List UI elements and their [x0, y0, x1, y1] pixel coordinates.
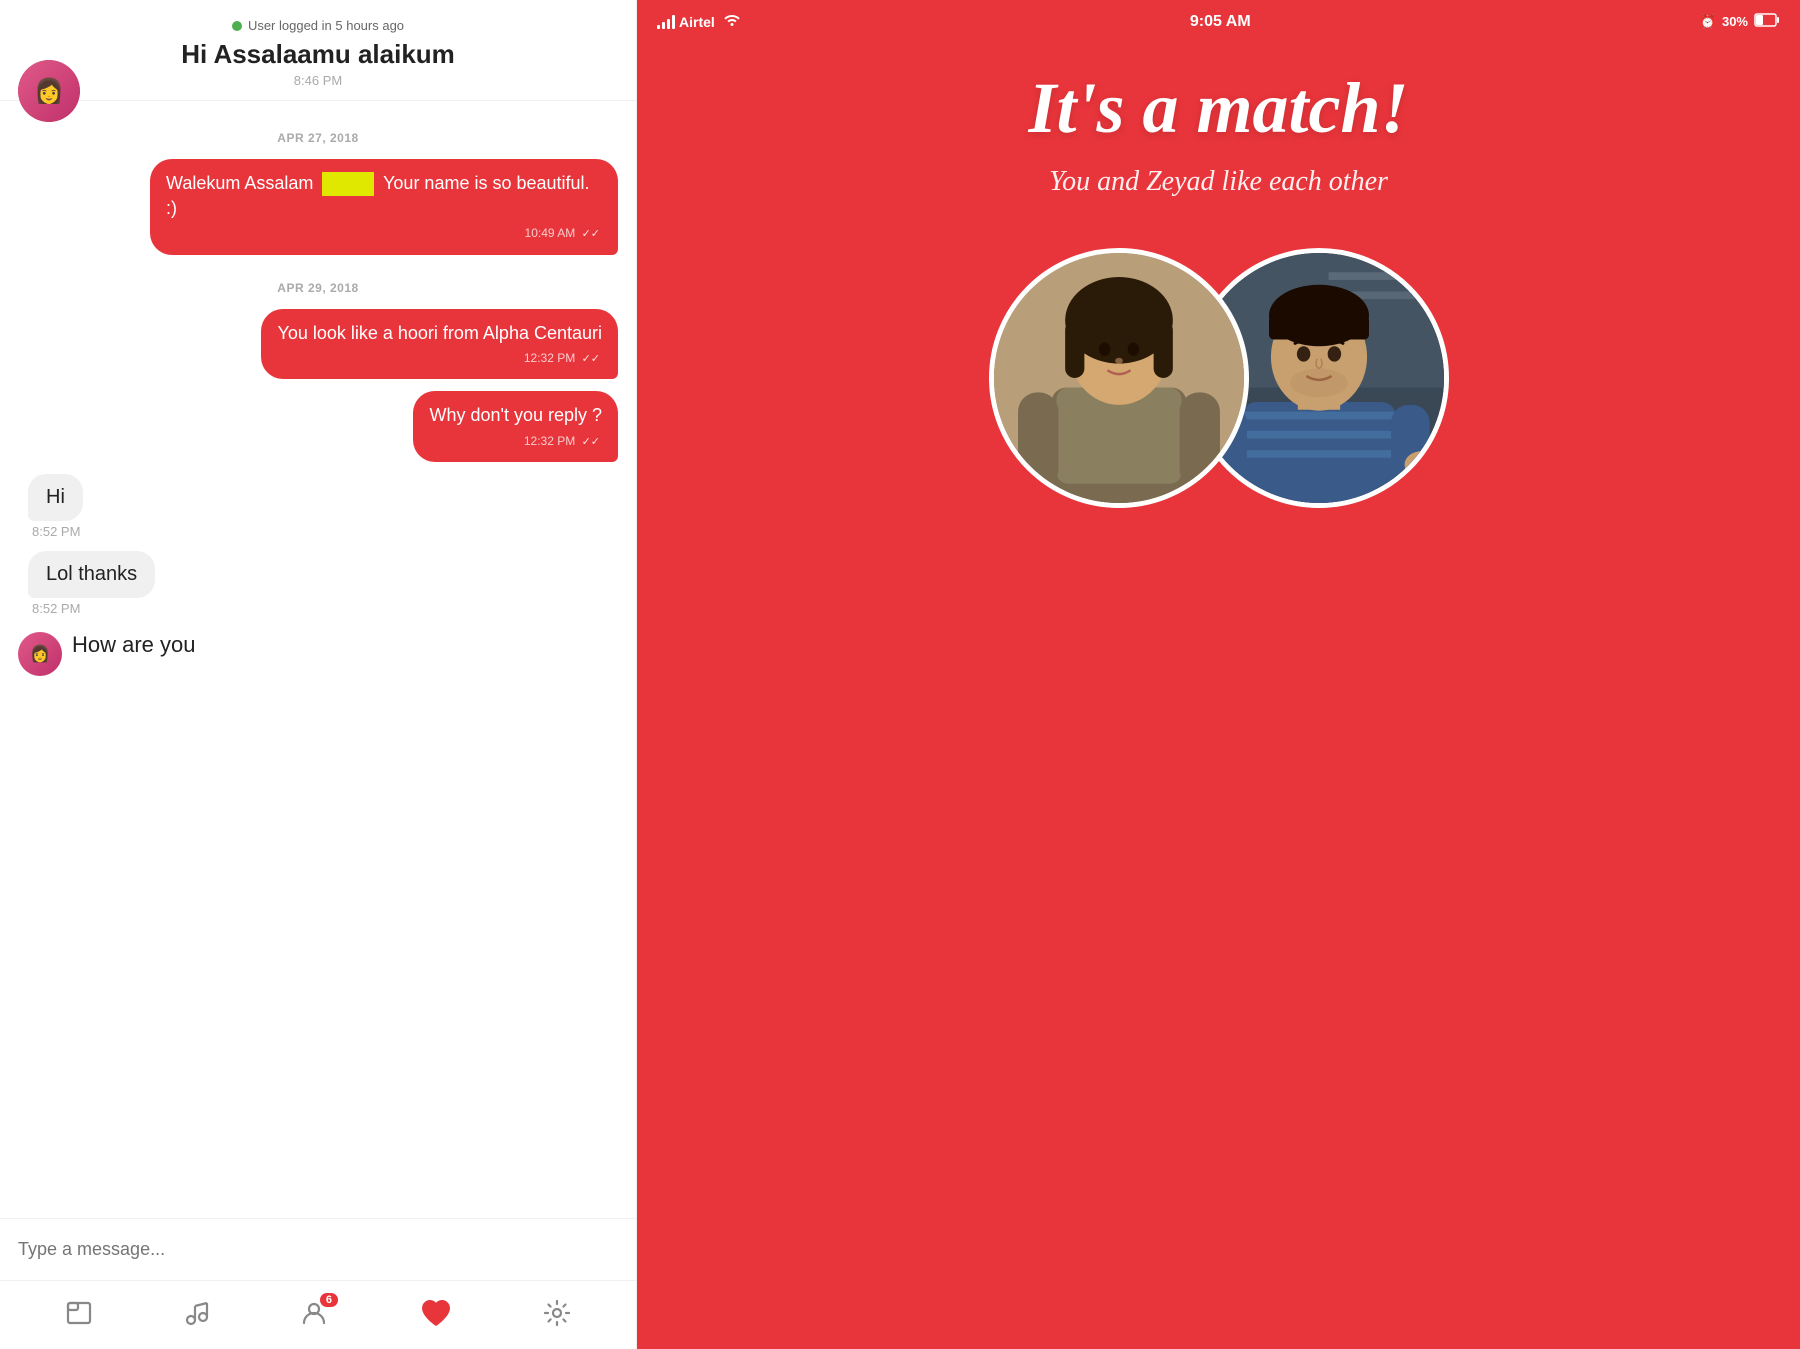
carrier-info: Airtel [657, 12, 741, 31]
signal-bar-4 [672, 15, 675, 29]
nav-music[interactable] [182, 1299, 210, 1327]
nav-files[interactable] [65, 1299, 93, 1327]
female-avatar-image [994, 253, 1244, 503]
carrier-name: Airtel [679, 14, 715, 30]
status-time: 9:05 AM [1190, 13, 1251, 31]
status-dot [232, 21, 242, 31]
match-avatar-left[interactable] [989, 248, 1249, 508]
chat-header: User logged in 5 hours ago Hi Assalaamu … [0, 0, 636, 101]
date-divider: APR 29, 2018 [18, 281, 618, 295]
message-meta: 8:52 PM [28, 601, 80, 616]
message-input[interactable] [18, 1231, 618, 1268]
nav-settings[interactable] [543, 1299, 571, 1327]
message-text: Lol thanks [46, 563, 137, 585]
message-bubble-sent: You look like a hoori from Alpha Centaur… [261, 309, 618, 380]
avatar-image: 👩 [18, 60, 80, 122]
message-meta: 12:32 PM ✓✓ [429, 433, 602, 450]
status-bar: Airtel 9:05 AM ⏰ 30% [637, 0, 1800, 39]
match-avatars [989, 248, 1449, 508]
message-meta: 12:32 PM ✓✓ [277, 350, 602, 367]
message-text: How are you [72, 628, 196, 658]
message-row: Walekum Assalam Your name is so beautifu… [18, 159, 618, 255]
nav-heart[interactable] [418, 1295, 454, 1331]
alarm-icon: ⏰ [1700, 14, 1716, 30]
match-subtitle: You and Zeyad like each other [1049, 166, 1388, 198]
wifi-icon [723, 12, 741, 31]
chat-input-area [0, 1218, 636, 1280]
battery-percent: 30% [1722, 14, 1748, 29]
message-time: 12:32 PM [524, 434, 575, 448]
message-meta: 8:52 PM [28, 524, 80, 539]
contact-avatar[interactable]: 👩 [18, 60, 80, 122]
signal-bar-2 [662, 22, 665, 29]
read-receipts: ✓✓ [582, 353, 600, 365]
match-panel: Airtel 9:05 AM ⏰ 30% It's a match! You a… [637, 0, 1800, 1349]
message-row: Hi 8:52 PM [18, 474, 618, 539]
message-text-standalone: How are you [72, 628, 196, 658]
message-meta: 10:49 AM ✓✓ [166, 225, 602, 242]
user-status: User logged in 5 hours ago [232, 18, 404, 33]
read-receipts: ✓✓ [582, 228, 600, 240]
profile-badge: 6 [320, 1293, 338, 1307]
match-title: It's a match! [1028, 69, 1408, 148]
message-bubble-received: Hi [28, 474, 83, 521]
chat-panel: User logged in 5 hours ago Hi Assalaamu … [0, 0, 637, 1349]
bottom-navigation: 6 [0, 1280, 636, 1349]
date-divider: APR 27, 2018 [18, 131, 618, 145]
signal-bar-3 [667, 19, 670, 29]
message-text: Walekum Assalam Your name is so beautifu… [166, 173, 590, 218]
chat-contact-name: Hi Assalaamu alaikum [181, 39, 455, 70]
signal-bar-1 [657, 25, 660, 29]
nav-profile[interactable]: 6 [300, 1299, 328, 1327]
redacted-text [322, 172, 374, 196]
message-list: APR 27, 2018 Walekum Assalam Your name i… [0, 101, 636, 1218]
status-text: User logged in 5 hours ago [248, 18, 404, 33]
chat-header-time: 8:46 PM [294, 73, 342, 88]
message-time: 12:32 PM [524, 351, 575, 365]
message-bubble-sent: Walekum Assalam Your name is so beautifu… [150, 159, 618, 255]
sender-avatar-inline: 👩 [18, 632, 62, 676]
signal-bars [657, 15, 675, 29]
message-row: Lol thanks 8:52 PM [18, 551, 618, 616]
message-text: You look like a hoori from Alpha Centaur… [277, 323, 602, 343]
battery-icon [1754, 13, 1780, 30]
message-row: Why don't you reply ? 12:32 PM ✓✓ [18, 391, 618, 462]
message-time: 10:49 AM [525, 226, 576, 240]
message-bubble-sent: Why don't you reply ? 12:32 PM ✓✓ [413, 391, 618, 462]
message-text: Why don't you reply ? [429, 405, 602, 425]
message-bubble-received: Lol thanks [28, 551, 155, 598]
read-receipts: ✓✓ [582, 436, 600, 448]
message-text: Hi [46, 486, 65, 508]
battery-info: ⏰ 30% [1700, 13, 1780, 30]
message-row: You look like a hoori from Alpha Centaur… [18, 309, 618, 380]
message-row-with-avatar: 👩 How are you [18, 628, 618, 676]
